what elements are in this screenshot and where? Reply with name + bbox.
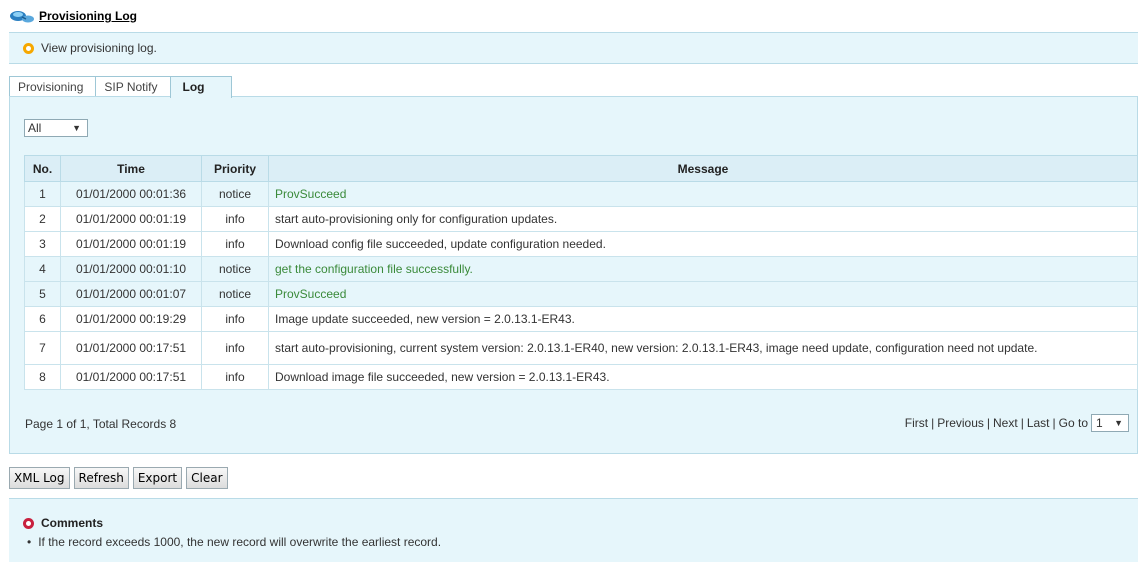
row-time: 01/01/2000 00:01:10 bbox=[60, 256, 202, 282]
row-message: Download config file succeeded, update c… bbox=[268, 231, 1138, 257]
table-row: 8 01/01/2000 00:17:51 info Download imag… bbox=[24, 364, 1138, 390]
table-row: 4 01/01/2000 00:01:10 notice get the con… bbox=[24, 256, 1138, 282]
pager-summary: Page 1 of 1, Total Records 8 bbox=[25, 417, 177, 431]
tab-log[interactable]: Log bbox=[169, 76, 232, 98]
page-goto-select[interactable]: 1 ▼ bbox=[1091, 414, 1129, 432]
clear-button[interactable]: Clear bbox=[186, 467, 228, 489]
table-row: 1 01/01/2000 00:01:36 notice ProvSucceed bbox=[24, 181, 1138, 207]
page-goto-value: 1 bbox=[1096, 416, 1103, 430]
row-no: 3 bbox=[24, 231, 61, 257]
info-bar: View provisioning log. bbox=[9, 32, 1138, 64]
row-time: 01/01/2000 00:17:51 bbox=[60, 331, 202, 365]
pager-goto-label: Go to bbox=[1058, 416, 1088, 430]
pager-next-link[interactable]: Next bbox=[993, 416, 1018, 430]
row-message: Image update succeeded, new version = 2.… bbox=[268, 306, 1138, 332]
row-priority: info bbox=[201, 364, 269, 390]
row-no: 8 bbox=[24, 364, 61, 390]
row-no: 4 bbox=[24, 256, 61, 282]
tab-bar: Provisioning SIP Notify Log bbox=[9, 76, 232, 98]
pager-first-link[interactable]: First bbox=[905, 416, 928, 430]
col-header-message: Message bbox=[268, 155, 1138, 182]
comments-section: Comments If the record exceeds 1000, the… bbox=[9, 498, 1138, 562]
comments-header: Comments bbox=[23, 516, 103, 530]
row-time: 01/01/2000 00:01:07 bbox=[60, 281, 202, 307]
log-panel: All ▼ No. Time Priority Message 1 01/01/… bbox=[9, 96, 1138, 454]
comments-title: Comments bbox=[41, 516, 104, 530]
row-priority: notice bbox=[201, 256, 269, 282]
action-buttons: XML Log Refresh Export Clear bbox=[9, 467, 232, 489]
refresh-button[interactable]: Refresh bbox=[73, 467, 129, 489]
row-no: 6 bbox=[24, 306, 61, 332]
col-header-no: No. bbox=[24, 155, 61, 182]
table-row: 6 01/01/2000 00:19:29 info Image update … bbox=[24, 306, 1138, 332]
network-icon bbox=[10, 11, 34, 23]
table-row: 3 01/01/2000 00:01:19 info Download conf… bbox=[24, 231, 1138, 257]
row-no: 2 bbox=[24, 206, 61, 232]
row-message: ProvSucceed bbox=[268, 281, 1138, 307]
info-text: View provisioning log. bbox=[41, 41, 157, 55]
row-priority: info bbox=[201, 331, 269, 365]
row-no: 5 bbox=[24, 281, 61, 307]
row-time: 01/01/2000 00:17:51 bbox=[60, 364, 202, 390]
table-row: 5 01/01/2000 00:01:07 notice ProvSucceed bbox=[24, 281, 1138, 307]
page-title: Provisioning Log bbox=[9, 6, 137, 26]
row-priority: info bbox=[201, 206, 269, 232]
priority-filter-select[interactable]: All ▼ bbox=[24, 119, 88, 137]
info-bullet-icon bbox=[23, 42, 34, 54]
row-time: 01/01/2000 00:01:19 bbox=[60, 206, 202, 232]
row-priority: info bbox=[201, 231, 269, 257]
table-row: 7 01/01/2000 00:17:51 info start auto-pr… bbox=[24, 331, 1138, 365]
row-time: 01/01/2000 00:19:29 bbox=[60, 306, 202, 332]
comment-item: If the record exceeds 1000, the new reco… bbox=[27, 535, 441, 549]
col-header-priority: Priority bbox=[201, 155, 269, 182]
pager-last-link[interactable]: Last bbox=[1027, 416, 1050, 430]
row-time: 01/01/2000 00:01:36 bbox=[60, 181, 202, 207]
row-priority: info bbox=[201, 306, 269, 332]
row-message: Download image file succeeded, new versi… bbox=[268, 364, 1138, 390]
row-priority: notice bbox=[201, 281, 269, 307]
log-table: No. Time Priority Message 1 01/01/2000 0… bbox=[24, 155, 1138, 390]
row-message: start auto-provisioning, current system … bbox=[268, 331, 1138, 365]
row-message: start auto-provisioning only for configu… bbox=[268, 206, 1138, 232]
priority-filter-value: All bbox=[28, 121, 42, 135]
tab-provisioning[interactable]: Provisioning bbox=[9, 76, 97, 97]
page-title-link[interactable]: Provisioning Log bbox=[39, 9, 137, 23]
export-button[interactable]: Export bbox=[132, 467, 183, 489]
row-time: 01/01/2000 00:01:19 bbox=[60, 231, 202, 257]
xml-log-button[interactable]: XML Log bbox=[9, 467, 70, 489]
row-message: get the configuration file successfully. bbox=[268, 256, 1138, 282]
pager-nav: First | Previous | Next | Last | Go to 1 ▼ bbox=[905, 414, 1129, 432]
row-no: 1 bbox=[24, 181, 61, 207]
row-priority: notice bbox=[201, 181, 269, 207]
table-row: 2 01/01/2000 00:01:19 info start auto-pr… bbox=[24, 206, 1138, 232]
row-message: ProvSucceed bbox=[268, 181, 1138, 207]
col-header-time: Time bbox=[60, 155, 202, 182]
tab-sip-notify[interactable]: SIP Notify bbox=[95, 76, 171, 97]
row-no: 7 bbox=[24, 331, 61, 365]
dropdown-arrow-icon: ▼ bbox=[1114, 418, 1123, 428]
dropdown-arrow-icon: ▼ bbox=[72, 123, 81, 133]
pager-previous-link[interactable]: Previous bbox=[937, 416, 984, 430]
table-header-row: No. Time Priority Message bbox=[24, 155, 1138, 182]
comments-bullet-icon bbox=[23, 517, 34, 529]
